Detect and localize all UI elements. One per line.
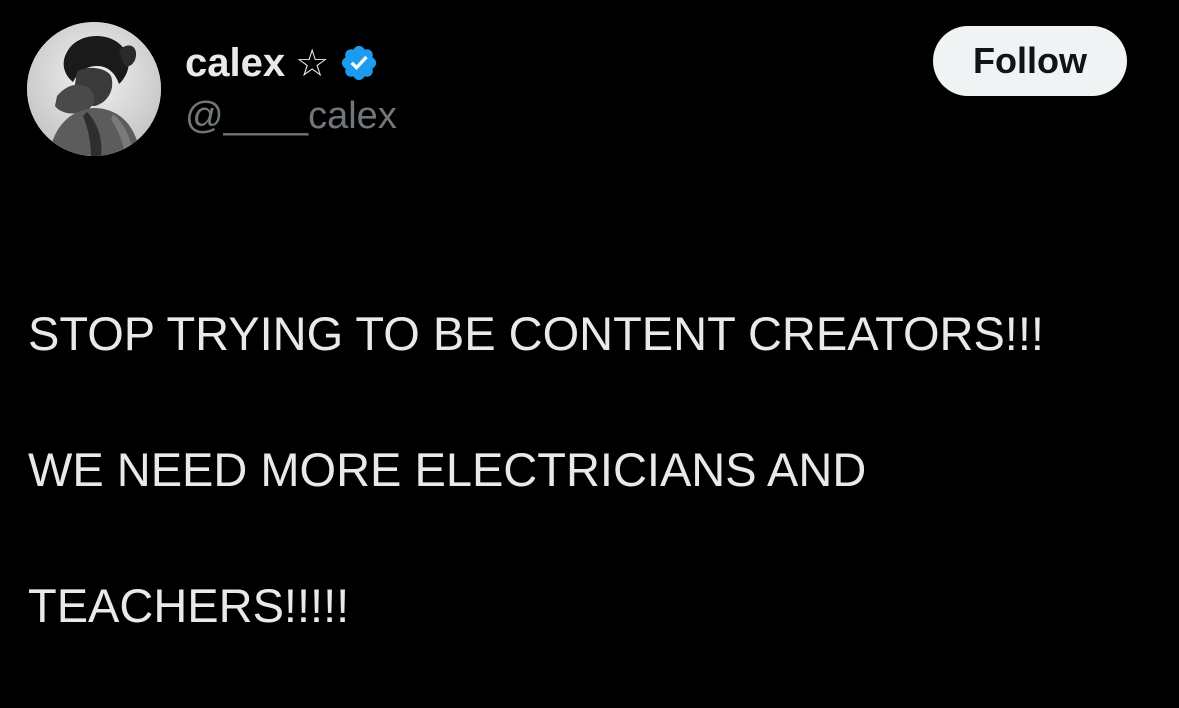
author-name-row: calex ☆ [185, 38, 379, 88]
post-text-line: WE NEED MORE ELECTRICIANS AND [28, 443, 867, 496]
post-text: STOP TRYING TO BE CONTENT CREATORS!!! WE… [28, 232, 1148, 708]
author-handle[interactable]: @____calex [185, 92, 397, 140]
post-card: calex ☆ @____calex Follow STOP TRYING TO… [0, 0, 1179, 632]
avatar-image [27, 22, 161, 156]
avatar[interactable] [27, 22, 161, 156]
post-text-line: STOP TRYING TO BE CONTENT CREATORS!!! [28, 307, 1044, 360]
display-name[interactable]: calex [185, 38, 285, 88]
follow-button[interactable]: Follow [933, 26, 1127, 96]
verified-badge-icon[interactable] [339, 43, 379, 83]
post-text-line: TEACHERS!!!!! [28, 579, 350, 632]
star-outline-icon: ☆ [295, 41, 330, 85]
